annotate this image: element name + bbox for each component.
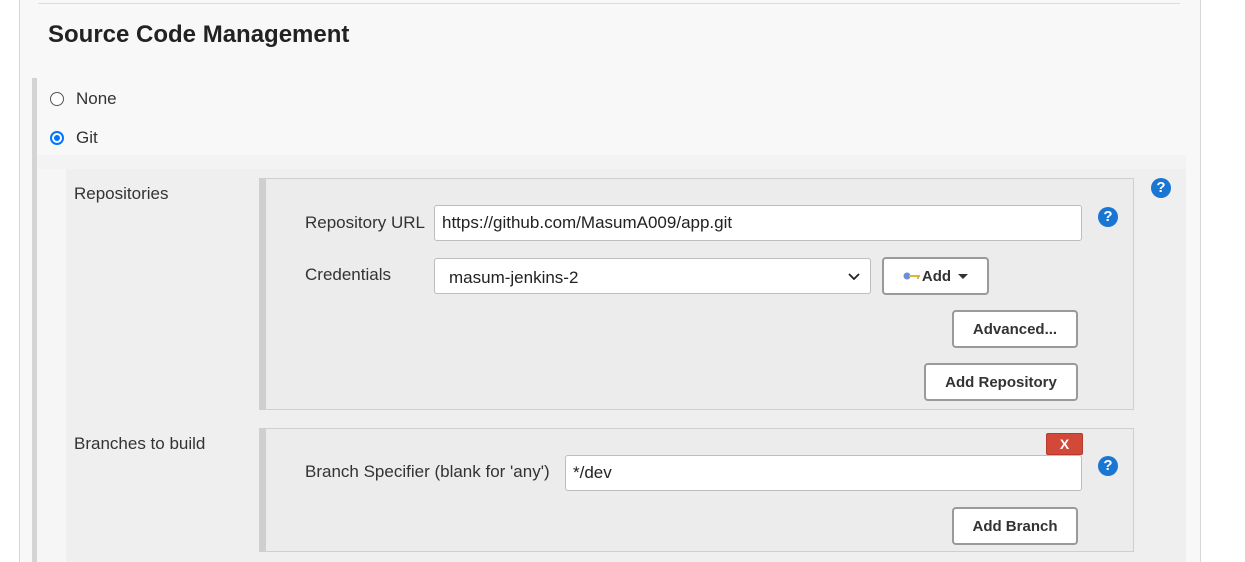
- repository-url-input[interactable]: https://github.com/MasumA009/app.git: [434, 205, 1082, 241]
- repositories-label: Repositories: [74, 184, 169, 203]
- branch-specifier-help-icon[interactable]: ?: [1098, 456, 1118, 476]
- radio-none-label: None: [76, 89, 117, 108]
- delete-branch-button[interactable]: X: [1046, 433, 1083, 455]
- add-branch-button[interactable]: Add Branch: [952, 507, 1078, 545]
- help-icon[interactable]: ?: [1151, 178, 1171, 198]
- branches-label: Branches to build: [74, 434, 206, 453]
- repository-url-label: Repository URL: [305, 213, 425, 232]
- chevron-down-icon: [848, 273, 860, 281]
- credentials-select[interactable]: masum-jenkins-2: [434, 258, 871, 294]
- repository-url-help-icon[interactable]: ?: [1098, 207, 1118, 227]
- advanced-button[interactable]: Advanced...: [952, 310, 1078, 348]
- scm-option-none[interactable]: None: [50, 89, 117, 109]
- add-credentials-label: Add: [921, 267, 952, 285]
- caret-down-icon: [958, 273, 969, 279]
- section-title: Source Code Management: [48, 21, 350, 48]
- git-config-header-strip: [37, 155, 1186, 169]
- git-config-indent: [37, 155, 66, 562]
- scm-option-git[interactable]: Git: [50, 128, 98, 148]
- credentials-label: Credentials: [305, 265, 391, 284]
- radio-git-label: Git: [76, 128, 98, 147]
- add-repository-button[interactable]: Add Repository: [924, 363, 1078, 401]
- branch-specifier-label: Branch Specifier (blank for 'any'): [305, 462, 550, 481]
- branch-specifier-input[interactable]: */dev: [565, 455, 1082, 491]
- radio-git[interactable]: [50, 131, 64, 145]
- divider: [38, 3, 1180, 4]
- radio-none[interactable]: [50, 92, 64, 106]
- credentials-select-value: masum-jenkins-2: [449, 268, 579, 287]
- key-icon: [903, 272, 920, 280]
- add-credentials-button[interactable]: Add: [882, 257, 989, 295]
